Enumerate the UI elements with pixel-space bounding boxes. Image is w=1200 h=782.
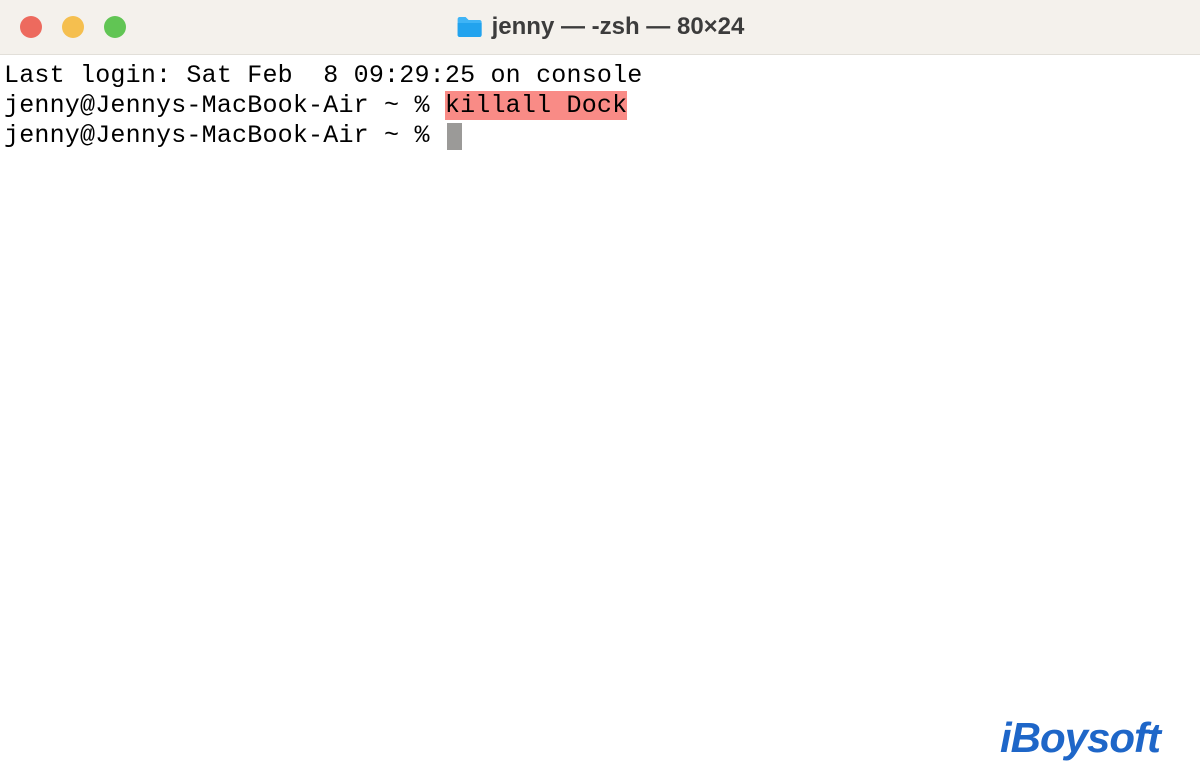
window-titlebar: jenny — -zsh — 80×24 <box>0 0 1200 55</box>
window-title-text: jenny — -zsh — 80×24 <box>492 13 745 41</box>
window-title: jenny — -zsh — 80×24 <box>456 13 745 41</box>
terminal-output[interactable]: Last login: Sat Feb 8 09:29:25 on consol… <box>0 55 1200 157</box>
terminal-command-highlight: killall Dock <box>445 91 627 120</box>
folder-icon <box>456 15 484 39</box>
terminal-prompt: jenny@Jennys-MacBook-Air ~ % <box>4 121 445 150</box>
terminal-cursor <box>447 123 462 150</box>
window-close-button[interactable] <box>20 16 42 38</box>
watermark-logo: iBoysoft <box>1000 714 1160 762</box>
terminal-line-command: jenny@Jennys-MacBook-Air ~ % killall Doc… <box>4 91 1196 121</box>
terminal-line-login: Last login: Sat Feb 8 09:29:25 on consol… <box>4 61 1196 91</box>
window-zoom-button[interactable] <box>104 16 126 38</box>
traffic-lights <box>0 16 126 38</box>
window-minimize-button[interactable] <box>62 16 84 38</box>
terminal-line-prompt: jenny@Jennys-MacBook-Air ~ % <box>4 121 1196 151</box>
terminal-prompt: jenny@Jennys-MacBook-Air ~ % <box>4 91 445 120</box>
